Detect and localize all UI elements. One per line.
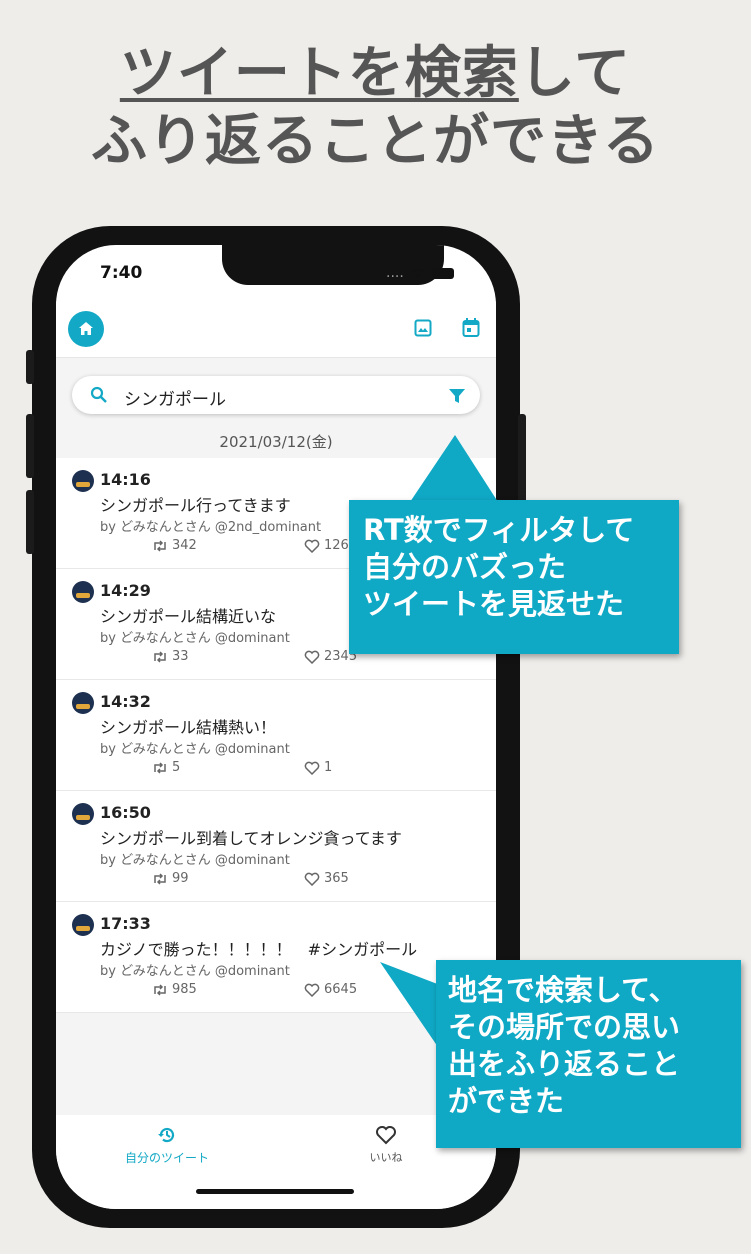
filter-callout-pointer <box>410 435 498 502</box>
filter-callout-line3: ツイートを見返せた <box>363 587 625 621</box>
search-callout-line2: その場所での思い <box>448 1010 681 1044</box>
search-callout-line3: 出をふり返ること <box>448 1047 681 1081</box>
search-callout-pointer <box>380 962 440 1050</box>
filter-callout-line2: 自分のバズった <box>363 550 567 584</box>
search-callout-line1: 地名で検索して、 <box>448 973 678 1007</box>
search-callout: 地名で検索して、 その場所での思い 出をふり返ること ができた <box>436 960 741 1148</box>
filter-callout: RT数でフィルタして 自分のバズった ツイートを見返せた <box>349 500 679 654</box>
filter-callout-line1: RT数でフィルタして <box>363 513 635 547</box>
search-callout-line4: ができた <box>448 1084 565 1118</box>
